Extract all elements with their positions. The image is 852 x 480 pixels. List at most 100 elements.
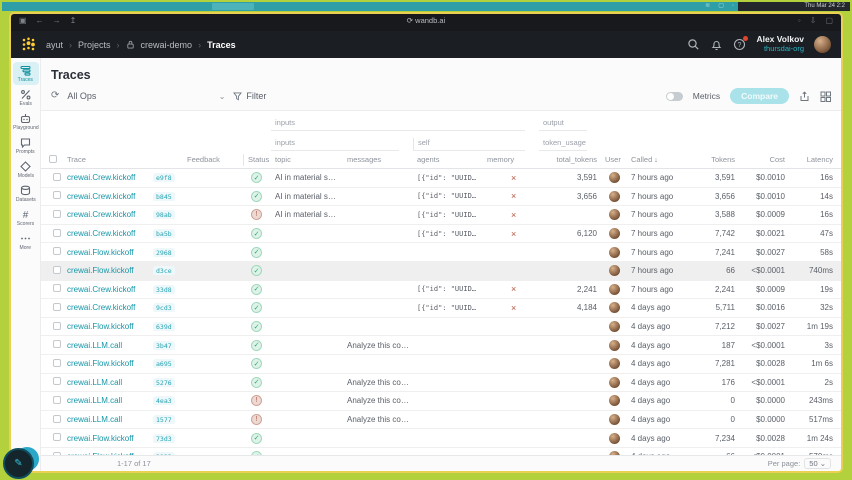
row-checkbox[interactable] xyxy=(53,302,61,311)
trace-name-link[interactable]: crewai.Crew.kickoff xyxy=(63,285,149,294)
trace-id-badge[interactable]: 639d xyxy=(153,322,175,332)
url-text[interactable]: wandb.ai xyxy=(415,16,445,25)
trace-name-link[interactable]: crewai.Flow.kickoff xyxy=(63,359,149,368)
row-checkbox[interactable] xyxy=(53,191,61,200)
downloads-icon[interactable]: ⇩ xyxy=(810,16,817,25)
trace-name-link[interactable]: crewai.Flow.kickoff xyxy=(63,322,149,331)
trace-name-link[interactable]: crewai.LLM.call xyxy=(63,378,149,387)
trace-id-badge[interactable]: e9f8 xyxy=(153,173,175,183)
row-checkbox[interactable] xyxy=(53,209,61,218)
row-checkbox[interactable] xyxy=(53,433,61,442)
trace-name-link[interactable]: crewai.Crew.kickoff xyxy=(63,303,149,312)
breadcrumb-project[interactable]: crewai-demo xyxy=(141,40,193,50)
column-header-user[interactable]: User xyxy=(601,155,627,164)
trace-name-link[interactable]: crewai.Flow.kickoff xyxy=(63,248,149,257)
trace-name-link[interactable]: crewai.Flow.kickoff xyxy=(63,434,149,443)
compare-button[interactable]: Compare xyxy=(730,88,789,104)
trace-id-badge[interactable]: ba5b xyxy=(153,229,175,239)
help-icon[interactable]: ? xyxy=(733,35,749,51)
row-checkbox[interactable] xyxy=(53,265,61,274)
recording-overlay-button[interactable]: ✎ xyxy=(3,448,34,479)
table-row[interactable]: crewai.Flow.kickoff 639d ✓ 4 days ago 7,212 $… xyxy=(41,318,841,337)
trace-name-link[interactable]: crewai.LLM.call xyxy=(63,341,149,350)
sidebar-item-evals[interactable]: Evals xyxy=(13,86,39,109)
table-row[interactable]: crewai.LLM.call 4ea3! Analyze this conten.… xyxy=(41,392,841,411)
trace-id-badge[interactable]: 98ab xyxy=(153,210,175,220)
trace-name-link[interactable]: crewai.Flow.kickoff xyxy=(63,266,149,275)
column-header-called[interactable]: Called ↓ xyxy=(627,155,687,164)
table-row[interactable]: crewai.LLM.call 5276 ✓ Analyze this conten.… xyxy=(41,374,841,393)
column-header-total_tokens[interactable]: total_tokens xyxy=(539,155,601,164)
search-icon[interactable] xyxy=(687,38,700,51)
column-header-status[interactable]: Status xyxy=(243,153,271,166)
column-header-cost[interactable]: Cost xyxy=(739,155,789,164)
reload-icon[interactable]: ⟳ xyxy=(407,16,415,25)
sidebar-item-scorers[interactable]: # Scorers xyxy=(13,206,39,229)
table-row[interactable]: crewai.LLM.call 3b47 ✓ Analyze this conten.… xyxy=(41,336,841,355)
column-header-agents[interactable]: agents xyxy=(413,155,483,164)
column-header-latency[interactable]: Latency xyxy=(789,155,837,164)
sidebar-item-datasets[interactable]: Datasets xyxy=(13,182,39,205)
trace-id-badge[interactable]: 3b47 xyxy=(153,340,175,350)
filter-button[interactable]: Filter xyxy=(233,91,266,101)
user-info[interactable]: Alex Volkov thursdai-org xyxy=(756,35,804,53)
export-icon[interactable] xyxy=(799,91,810,102)
row-checkbox[interactable] xyxy=(53,172,61,181)
per-page-select[interactable]: 50 ⌄ xyxy=(804,458,831,469)
trace-id-badge[interactable]: d3ce xyxy=(153,266,175,276)
columns-grid-icon[interactable] xyxy=(820,91,831,102)
table-row[interactable]: crewai.Crew.kickoff e9f8 ✓ AI in material s… xyxy=(41,169,841,188)
row-checkbox[interactable] xyxy=(53,228,61,237)
sidebar-item-playground[interactable]: Playground xyxy=(13,110,39,133)
column-header-topic[interactable]: topic xyxy=(271,155,343,164)
trace-id-badge[interactable]: 5276 xyxy=(153,377,175,387)
trace-id-badge[interactable]: 9cd3 xyxy=(153,303,175,313)
row-checkbox[interactable] xyxy=(53,321,61,330)
new-tab-icon[interactable]: ▢ xyxy=(825,16,833,25)
trace-name-link[interactable]: crewai.Crew.kickoff xyxy=(63,210,149,219)
table-row[interactable]: crewai.Crew.kickoff ba5b ✓ [{"id": "UUID('0… xyxy=(41,225,841,244)
trace-name-link[interactable]: crewai.Crew.kickoff xyxy=(63,229,149,238)
table-row[interactable]: crewai.Flow.kickoff d3ce ✓ 7 hours ago 66 <$0… xyxy=(41,261,841,281)
column-header-feedback[interactable]: Feedback xyxy=(183,155,243,164)
table-row[interactable]: crewai.LLM.call 1577! Analyze this conten.… xyxy=(41,411,841,430)
trace-name-link[interactable]: crewai.LLM.call xyxy=(63,396,149,405)
row-checkbox[interactable] xyxy=(53,247,61,256)
table-row[interactable]: crewai.Flow.kickoff3923✓4 days ago66<$0.… xyxy=(41,448,841,455)
breadcrumb-projects[interactable]: Projects xyxy=(78,40,111,50)
trace-id-badge[interactable]: 1577 xyxy=(153,415,175,425)
breadcrumb-entity[interactable]: ayut xyxy=(46,40,63,50)
table-row[interactable]: crewai.Flow.kickoff 2968 ✓ 7 hours ago 7,241… xyxy=(41,243,841,262)
trace-name-link[interactable]: crewai.Crew.kickoff xyxy=(63,192,149,201)
trace-name-link[interactable]: crewai.LLM.call xyxy=(63,415,149,424)
trace-id-badge[interactable]: b845 xyxy=(153,191,175,201)
sidebar-item-models[interactable]: Models xyxy=(13,158,39,181)
extensions-icon[interactable]: ◦ xyxy=(798,16,801,25)
avatar[interactable] xyxy=(814,35,831,53)
row-checkbox[interactable] xyxy=(53,377,61,386)
row-checkbox[interactable] xyxy=(53,358,61,367)
row-checkbox[interactable] xyxy=(53,395,61,404)
sidebar-item-prompts[interactable]: Prompts xyxy=(13,134,39,157)
breadcrumb-current[interactable]: Traces xyxy=(207,40,236,50)
row-checkbox[interactable] xyxy=(53,284,61,293)
trace-id-badge[interactable]: a695 xyxy=(153,359,175,369)
trace-id-badge[interactable]: 73d3 xyxy=(153,433,175,443)
trace-name-link[interactable]: crewai.Crew.kickoff xyxy=(63,173,149,182)
wandb-logo-icon[interactable] xyxy=(21,37,36,52)
table-row[interactable]: crewai.Flow.kickoff a695 ✓ 4 days ago 7,281 $… xyxy=(41,355,841,374)
metrics-toggle[interactable] xyxy=(665,91,683,101)
trace-id-badge[interactable]: 4ea3 xyxy=(153,396,175,406)
ops-select[interactable]: All Ops ⌄ xyxy=(67,91,225,101)
sidebar-item-more[interactable]: More xyxy=(13,230,39,253)
row-checkbox[interactable] xyxy=(53,340,61,349)
row-checkbox[interactable] xyxy=(53,414,61,423)
table-row[interactable]: crewai.Crew.kickoff 9cd3 ✓ [{"id": "UUID('4… xyxy=(41,299,841,318)
refresh-icon[interactable]: ⟳ xyxy=(51,91,59,101)
select-all-checkbox[interactable] xyxy=(41,154,63,165)
column-header-messages[interactable]: messages xyxy=(343,155,413,164)
column-header-tokens[interactable]: Tokens xyxy=(687,155,739,164)
table-row[interactable]: crewai.Crew.kickoff b845 ✓ AI in material s… xyxy=(41,188,841,207)
table-row[interactable]: crewai.Crew.kickoff 98ab! AI in material s… xyxy=(41,206,841,225)
column-header-trace[interactable]: Trace xyxy=(63,155,183,164)
